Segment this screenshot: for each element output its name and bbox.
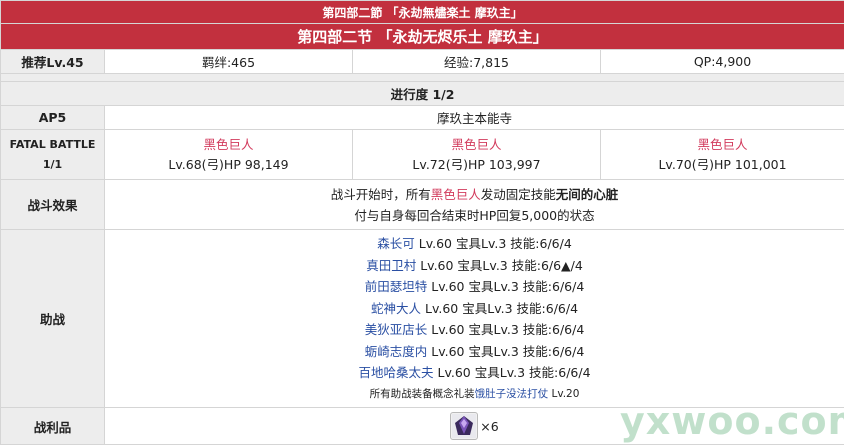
effects-line-1: 战斗开始时，所有黑色巨人发动固定技能无间的心脏 [105,184,844,205]
servant-link[interactable]: 前田瑟坦特 [365,279,428,294]
servant-link[interactable]: 森长可 [377,236,415,251]
recommend-level: 推荐Lv.45 [0,49,105,74]
craft-essence-note: 所有助战装备概念礼装饿肚子没法打仗 Lv.20 [105,384,844,404]
support-entry: 真田卫村 Lv.60 宝具Lv.3 技能:6/6▲/4 [105,255,844,277]
ce-note-b: Lv.20 [548,387,580,400]
servant-detail: Lv.60 宝具Lv.3 技能:6/6/4 [427,343,585,359]
enemy-stats: Lv.68(弓)HP 98,149 [168,156,289,172]
enemy-stats: Lv.72(弓)HP 103,997 [412,156,541,172]
support-entry: 蛎崎志度内 Lv.60 宝具Lv.3 技能:6/6/4 [105,341,844,363]
bond-value: 羁绊:465 [104,49,353,74]
enemy-name[interactable]: 黑色巨人 [601,135,844,155]
servant-link[interactable]: 蛎崎志度内 [365,344,428,359]
effects-text: 战斗开始时，所有黑色巨人发动固定技能无间的心脏 付与自身每回合结束时HP回复5,… [103,179,844,230]
support-entry: 前田瑟坦特 Lv.60 宝具Lv.3 技能:6/6/4 [105,276,844,298]
servant-link[interactable]: 真田卫村 [366,258,416,273]
support-entry: 蛇神大人 Lv.60 宝具Lv.3 技能:6/6/4 [105,298,844,320]
support-list: 森长可 Lv.60 宝具Lv.3 技能:6/6/4 真田卫村 Lv.60 宝具L… [103,229,844,408]
support-entry: 美狄亚店长 Lv.60 宝具Lv.3 技能:6/6/4 [105,319,844,341]
enemy-cell: 黑色巨人 Lv.70(弓)HP 101,001 [599,129,844,180]
effects-text-a: 战斗开始时，所有 [330,186,431,202]
support-entry: 百地哈桑太夫 Lv.60 宝具Lv.3 技能:6/6/4 [105,362,844,384]
enemy-cell: 黑色巨人 Lv.72(弓)HP 103,997 [352,129,601,180]
effects-text-b: 发动固定技能 [480,186,556,202]
title-jp: 第四部二節 「永劫無燼楽土 摩玖主」 [0,0,844,24]
servant-link[interactable]: 美狄亚店长 [365,322,428,337]
servant-detail: Lv.60 宝具Lv.3 技能:6/6/4 [414,236,572,252]
purple-crystal-icon[interactable] [450,412,479,440]
effects-line-2: 付与自身每回合结束时HP回复5,000的状态 [354,207,595,223]
title-cn: 第四部二节 「永劫无烬乐土 摩玖主」 [0,23,844,50]
exp-value: 经验:7,815 [352,49,601,74]
quest-table: 第四部二節 「永劫無燼楽土 摩玖主」 第四部二节 「永劫无烬乐土 摩玖主」 推荐… [0,0,844,445]
enemy-cell: 黑色巨人 Lv.68(弓)HP 98,149 [104,129,353,180]
battle-label: FATAL BATTLE 1/1 [0,129,105,180]
battle-type: FATAL BATTLE [9,137,96,151]
support-label: 助战 [0,229,105,408]
divider [0,73,844,82]
support-entry: 森长可 Lv.60 宝具Lv.3 技能:6/6/4 [105,233,844,255]
loot-count: ×6 [480,418,499,434]
battle-wave: 1/1 [42,157,63,171]
enemy-name[interactable]: 黑色巨人 [105,135,352,155]
effects-skill-name: 无间的心脏 [555,186,619,202]
qp-value: QP:4,900 [599,49,844,74]
loot-label: 战利品 [0,407,105,445]
servant-detail: Lv.60 宝具Lv.3 技能:6/6/4 [427,279,585,295]
enemy-stats: Lv.70(弓)HP 101,001 [658,156,787,172]
progress-header: 进行度 1/2 [0,81,844,106]
craft-essence-link[interactable]: 饿肚子没法打仗 [475,388,549,400]
enemy-name[interactable]: 黑色巨人 [353,135,600,155]
servant-detail: Lv.60 宝具Lv.3 技能:6/6/4 [421,300,579,316]
quest-location: 摩玖主本能寺 [103,105,844,130]
servant-link[interactable]: 百地哈桑太夫 [359,365,434,380]
effects-label: 战斗效果 [0,179,105,230]
ap-cost: AP5 [0,105,105,130]
loot-cell: ×6 [103,407,844,445]
servant-detail: Lv.60 宝具Lv.3 技能:6/6/4 [427,322,585,338]
servant-detail: Lv.60 宝具Lv.3 技能:6/6/4 [433,365,591,381]
servant-link[interactable]: 蛇神大人 [371,301,421,316]
effects-enemy-link[interactable]: 黑色巨人 [431,187,481,202]
ce-note-a: 所有助战装备概念礼装 [369,387,475,400]
servant-detail: Lv.60 宝具Lv.3 技能:6/6▲/4 [416,257,583,273]
